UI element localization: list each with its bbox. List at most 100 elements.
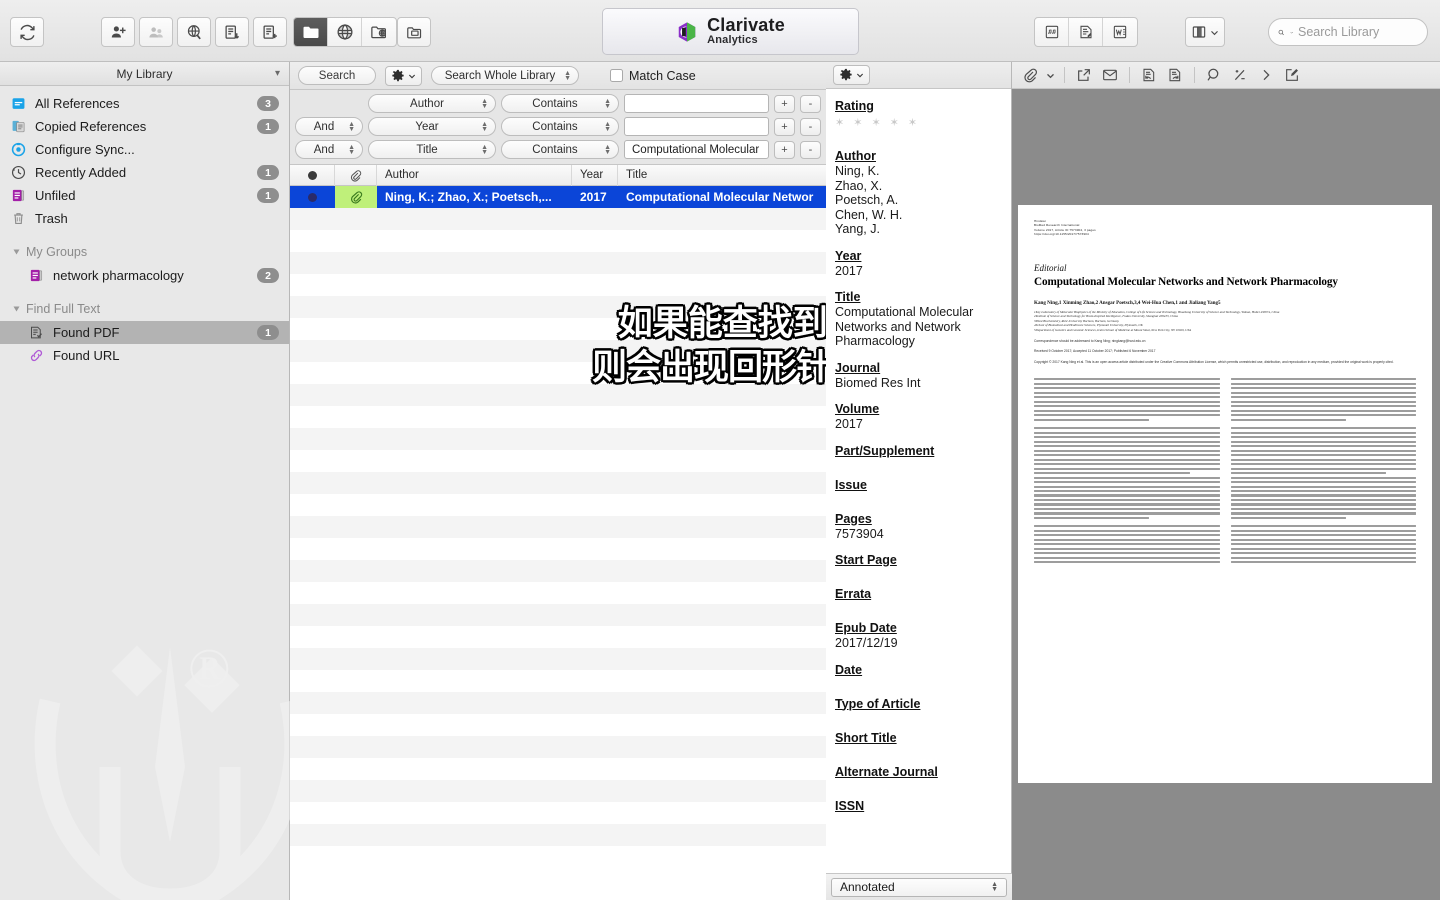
- remove-filter-button[interactable]: -: [800, 140, 821, 159]
- attachment-button[interactable]: [1018, 65, 1042, 85]
- export-to-word-button[interactable]: [1103, 18, 1137, 46]
- metadata-field[interactable]: Title Computational Molecular Networks an…: [835, 290, 1002, 349]
- search-button[interactable]: Search: [298, 66, 376, 85]
- metadata-field[interactable]: Issue: [835, 478, 1002, 492]
- table-row-empty[interactable]: [290, 230, 826, 252]
- sidebar-item-found-pdf[interactable]: Found PDF 1: [0, 321, 289, 344]
- table-row-empty[interactable]: [290, 692, 826, 714]
- filter-boolean-select[interactable]: And ▲ ▼: [295, 117, 363, 136]
- remove-filter-button[interactable]: -: [800, 117, 821, 136]
- filter-field-select[interactable]: Title ▲ ▼: [368, 140, 496, 159]
- layout-button[interactable]: [1185, 17, 1225, 47]
- metadata-field[interactable]: Errata: [835, 587, 1002, 601]
- display-style-select[interactable]: Annotated ▲ ▼: [831, 877, 1007, 897]
- table-row-empty[interactable]: [290, 428, 826, 450]
- table-row-empty[interactable]: [290, 560, 826, 582]
- table-row[interactable]: Ning, K.; Zhao, X.; Poetsch,... 2017 Com…: [290, 186, 826, 208]
- add-filter-button[interactable]: +: [774, 94, 795, 113]
- filter-boolean-select[interactable]: And ▲ ▼: [295, 140, 363, 159]
- metadata-field[interactable]: Pages 7573904: [835, 512, 1002, 542]
- table-row-empty[interactable]: [290, 362, 826, 384]
- star-icon[interactable]: ✶: [835, 116, 844, 129]
- reference-options-button[interactable]: [833, 65, 870, 85]
- table-row-empty[interactable]: [290, 604, 826, 626]
- metadata-field[interactable]: ISSN: [835, 799, 1002, 813]
- metadata-field[interactable]: Epub Date 2017/12/19: [835, 621, 1002, 651]
- zoom-button[interactable]: [1228, 65, 1252, 85]
- table-row-empty[interactable]: [290, 252, 826, 274]
- filter-operator-select[interactable]: Contains ▲ ▼: [501, 140, 619, 159]
- next-page-button[interactable]: [1163, 65, 1187, 85]
- table-row-empty[interactable]: [290, 208, 826, 230]
- table-row-empty[interactable]: [290, 648, 826, 670]
- metadata-field[interactable]: Author Ning, K. Zhao, X. Poetsch, A. Chen, W…: [835, 149, 1002, 237]
- filter-value-input[interactable]: [624, 117, 769, 136]
- sidebar-item-all-references[interactable]: All References 3: [0, 92, 289, 115]
- local-library-button[interactable]: [294, 18, 328, 46]
- table-row-empty[interactable]: [290, 780, 826, 802]
- column-header-title[interactable]: Title: [618, 165, 826, 186]
- sidebar-item-unfiled[interactable]: Unfiled 1: [0, 184, 289, 207]
- sidebar-group-header-find-full-text[interactable]: Find Full Text: [0, 297, 289, 321]
- column-header-attachment[interactable]: [335, 164, 377, 186]
- integrated-search-button[interactable]: [362, 18, 396, 46]
- filter-field-select[interactable]: Year ▲ ▼: [368, 117, 496, 136]
- table-row-empty[interactable]: [290, 846, 826, 868]
- find-full-text-button[interactable]: [177, 17, 211, 47]
- table-row-empty[interactable]: [290, 340, 826, 362]
- column-header-author[interactable]: Author: [377, 164, 572, 186]
- add-filter-button[interactable]: +: [774, 140, 795, 159]
- column-header-read-status[interactable]: [290, 164, 335, 186]
- metadata-field[interactable]: Part/Supplement: [835, 444, 1002, 458]
- sidebar-item-found-url[interactable]: Found URL: [0, 344, 289, 367]
- filter-value-input[interactable]: Computational Molecular: [624, 140, 769, 159]
- remove-filter-button[interactable]: -: [800, 94, 821, 113]
- table-row-empty[interactable]: [290, 516, 826, 538]
- filter-operator-select[interactable]: Contains ▲ ▼: [501, 94, 619, 113]
- table-row-empty[interactable]: [290, 736, 826, 758]
- table-row-empty[interactable]: [290, 626, 826, 648]
- table-row-empty[interactable]: [290, 384, 826, 406]
- insert-citation-button[interactable]: [1035, 18, 1069, 46]
- metadata-field[interactable]: Volume 2017: [835, 402, 1002, 432]
- table-row-empty[interactable]: [290, 494, 826, 516]
- sidebar-item-trash[interactable]: Trash: [0, 207, 289, 230]
- metadata-field[interactable]: Date: [835, 663, 1002, 677]
- table-row-empty[interactable]: [290, 824, 826, 846]
- star-icon[interactable]: ✶: [890, 116, 899, 129]
- import-reference-button[interactable]: [253, 17, 287, 47]
- search-options-button[interactable]: [385, 65, 422, 86]
- sidebar-item-network-pharmacology[interactable]: network pharmacology 2: [0, 264, 289, 287]
- match-case-toggle[interactable]: Match Case: [610, 69, 696, 83]
- sync-button[interactable]: [10, 17, 44, 47]
- table-row-empty[interactable]: [290, 538, 826, 560]
- table-row-empty[interactable]: [290, 406, 826, 428]
- table-row-empty[interactable]: [290, 714, 826, 736]
- search-scope-select[interactable]: Search Whole Library ▲ ▼: [431, 66, 579, 85]
- metadata-field[interactable]: Short Title: [835, 731, 1002, 745]
- table-row-empty[interactable]: [290, 670, 826, 692]
- table-row-empty[interactable]: [290, 758, 826, 780]
- sidebar-item-recently-added[interactable]: Recently Added 1: [0, 161, 289, 184]
- star-icon[interactable]: ✶: [908, 116, 917, 129]
- table-row-empty[interactable]: [290, 802, 826, 824]
- group-panel-button[interactable]: [397, 17, 431, 47]
- open-external-button[interactable]: [1072, 65, 1096, 85]
- metadata-field[interactable]: Journal Biomed Res Int: [835, 361, 1002, 391]
- star-icon[interactable]: ✶: [871, 116, 880, 129]
- filter-field-select[interactable]: Author ▲ ▼: [368, 94, 496, 113]
- online-search-button[interactable]: [328, 18, 362, 46]
- format-bibliography-button[interactable]: [1069, 18, 1103, 46]
- table-row-empty[interactable]: [290, 296, 826, 318]
- forward-button[interactable]: [1254, 65, 1278, 85]
- table-row-empty[interactable]: [290, 274, 826, 296]
- metadata-field[interactable]: Year 2017: [835, 249, 1002, 279]
- table-row-empty[interactable]: [290, 450, 826, 472]
- column-header-year[interactable]: Year: [572, 164, 618, 186]
- library-selector[interactable]: My Library ▾: [0, 62, 289, 86]
- collaboration-button[interactable]: [139, 17, 173, 47]
- table-row-empty[interactable]: [290, 472, 826, 494]
- metadata-field[interactable]: Start Page: [835, 553, 1002, 567]
- add-filter-button[interactable]: +: [774, 117, 795, 136]
- search-library-input[interactable]: [1298, 25, 1418, 39]
